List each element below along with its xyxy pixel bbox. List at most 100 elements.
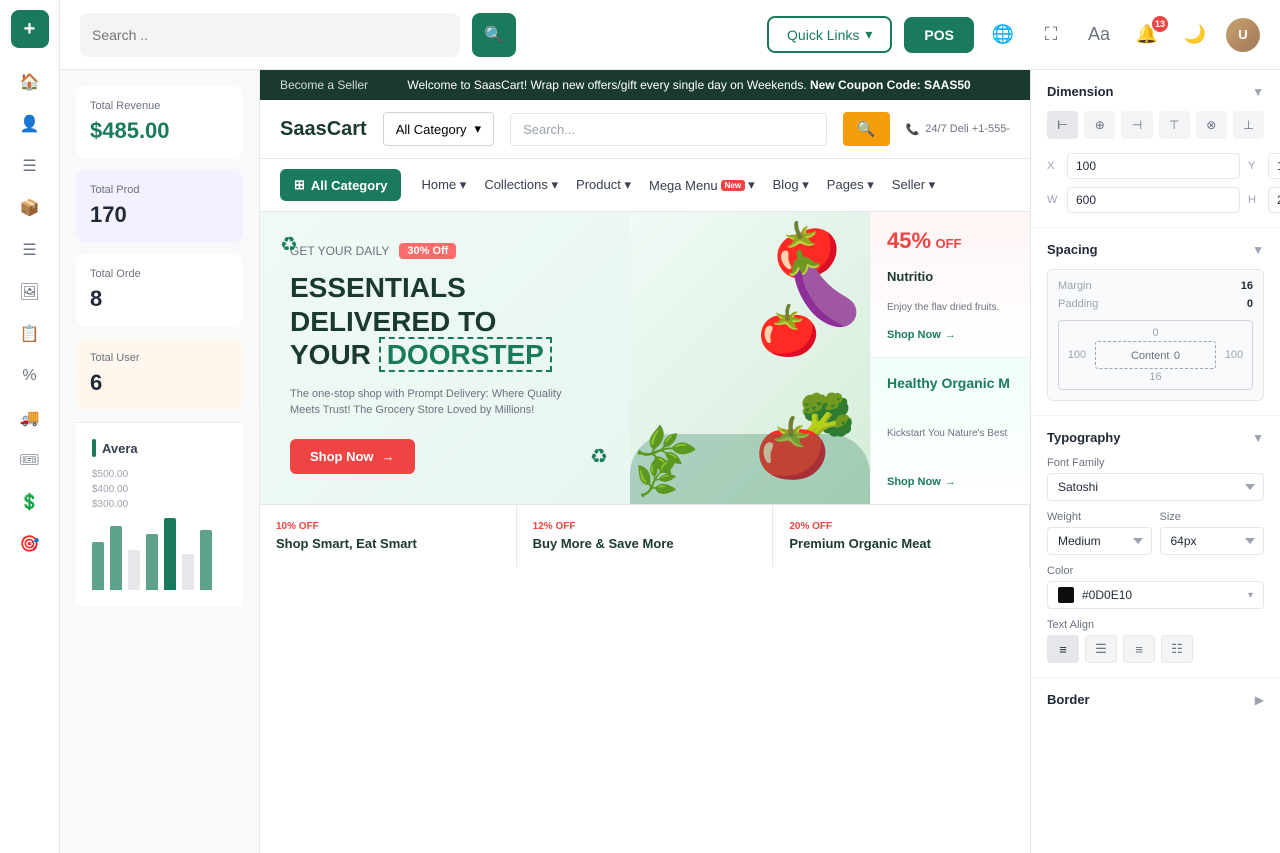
nav-item-megamenu[interactable]: Mega Menu New ▾ (649, 177, 755, 193)
nav-item-pages[interactable]: Pages ▾ (827, 177, 874, 193)
spacing-title: Spacing (1047, 242, 1098, 257)
stat-value-revenue: $485.00 (90, 118, 229, 144)
sidebar-icon-products[interactable]: 📦 (12, 190, 48, 226)
quick-links-button[interactable]: Quick Links ▾ (767, 16, 892, 53)
align-left-btn[interactable]: ⊢ (1047, 111, 1078, 139)
store-search-button[interactable]: 🔍 (843, 112, 890, 146)
weight-label: Weight (1047, 511, 1152, 523)
y-input[interactable] (1268, 153, 1280, 179)
x-input[interactable] (1067, 153, 1240, 179)
dimension-title: Dimension (1047, 84, 1113, 99)
stat-card-products: Total Prod 170 (76, 170, 243, 242)
w-input[interactable] (1067, 187, 1240, 213)
hero-tag: GET YOUR DAILY 30% Off (290, 243, 456, 259)
nav-item-home[interactable]: Home ▾ (421, 177, 466, 193)
color-input-wrapper[interactable]: #0D0E10 ▾ (1047, 581, 1264, 609)
weight-select[interactable]: Medium (1047, 527, 1152, 555)
recycle-icon: ♻ (280, 232, 310, 262)
sidebar-icon-discount[interactable]: % (12, 358, 48, 394)
tomato-icon-2: 🍅 (758, 302, 820, 361)
stat-label-products: Total Prod (90, 184, 229, 196)
align-bottom-btn[interactable]: ⊥ (1233, 111, 1264, 139)
avatar[interactable]: U (1226, 18, 1260, 52)
stat-label-orders: Total Orde (90, 268, 229, 280)
sidebar-icon-list[interactable]: ☰ (12, 232, 48, 268)
spacing-middle-row: 100 Content 0 100 (1063, 341, 1248, 369)
product-row: 10% OFF Shop Smart, Eat Smart 12% OFF Bu… (260, 504, 1030, 567)
align-center-button[interactable]: ☰ (1085, 635, 1117, 663)
spacing-row-padding: Padding 0 (1058, 298, 1253, 310)
nav-item-product[interactable]: Product ▾ (576, 177, 631, 193)
align-justify-button[interactable]: ☷ (1161, 635, 1193, 663)
search-button[interactable]: 🔍 (472, 13, 516, 57)
all-category-button[interactable]: ⊞ All Category (280, 169, 401, 201)
stat-label-users: Total User (90, 352, 229, 364)
nav-item-seller[interactable]: Seller ▾ (892, 177, 935, 193)
nav-items: Home ▾ Collections ▾ Product ▾ Mega Menu… (421, 177, 935, 193)
announcement-bar: Become a Seller Welcome to SaasCart! Wra… (260, 70, 1030, 100)
sidebar-icon-home[interactable]: 🏠 (12, 64, 48, 100)
align-left-button[interactable]: ≡ (1047, 635, 1079, 663)
become-seller-text: Become a Seller (280, 78, 368, 92)
h-input[interactable] (1268, 187, 1280, 213)
pos-button[interactable]: POS (904, 17, 974, 53)
chart-bar (164, 518, 176, 590)
typography-collapse-icon[interactable]: ▼ (1252, 431, 1264, 445)
sidebar-icon-settings[interactable]: 🎯 (12, 526, 48, 562)
product-mini-card-1: 10% OFF Shop Smart, Eat Smart (260, 505, 517, 567)
announcement-text: Welcome to SaasCart! Wrap new offers/gif… (407, 78, 970, 92)
border-collapse-icon[interactable]: ▶ (1255, 693, 1264, 707)
search-input[interactable] (92, 27, 448, 43)
align-row: ≡ ☰ ≡ ☷ (1047, 635, 1264, 663)
search-wrapper (80, 13, 460, 57)
sidebar-icon-shipping[interactable]: 🚚 (12, 400, 48, 436)
translate-icon[interactable]: Aa (1082, 18, 1116, 52)
support-info: 📞 24/7 Deli +1-555- (906, 123, 1010, 136)
chevron-down-icon: ▾ (865, 26, 872, 43)
font-family-select[interactable]: Satoshi (1047, 473, 1264, 501)
promo-card-2: Healthy Organic M Kickstart You Nature's… (870, 357, 1030, 503)
chevron-down-icon: ▾ (1248, 590, 1253, 601)
notification-icon[interactable]: 🔔 13 (1130, 18, 1164, 52)
promo-desc-1: Enjoy the flav dried fruits. (887, 301, 1014, 315)
spacing-content: Content 0 (1095, 341, 1216, 369)
content-area: Total Revenue $485.00 Total Prod 170 Tot… (60, 70, 1280, 853)
align-center-h-btn[interactable]: ⊕ (1084, 111, 1115, 139)
spacing-header: Spacing ▼ (1047, 242, 1264, 257)
app-logo[interactable]: + (11, 10, 49, 48)
sidebar-icon-reports[interactable]: 📋 (12, 316, 48, 352)
size-select[interactable]: 64px (1160, 527, 1265, 555)
align-center-v-btn[interactable]: ⊗ (1196, 111, 1227, 139)
promo-link-2[interactable]: Shop Now → (887, 476, 1014, 488)
fullscreen-icon[interactable]: ⛶ (1034, 18, 1068, 52)
hero-right-panel: 45% OFF Nutritio Enjoy the flav dried fr… (870, 212, 1030, 504)
chart-bars (92, 510, 227, 590)
language-icon[interactable]: 🌐 (986, 18, 1020, 52)
nav-item-collections[interactable]: Collections ▾ (484, 177, 558, 193)
sidebar-icon-currency[interactable]: 💲 (12, 484, 48, 520)
hero-shop-now-button[interactable]: Shop Now → (290, 439, 415, 474)
align-top-btn[interactable]: ⊤ (1159, 111, 1190, 139)
dark-mode-icon[interactable]: 🌙 (1178, 18, 1212, 52)
color-row: Color #0D0E10 ▾ (1047, 565, 1264, 609)
border-title: Border (1047, 692, 1090, 707)
align-right-button[interactable]: ≡ (1123, 635, 1155, 663)
x-label: X (1047, 160, 1063, 172)
align-right-btn[interactable]: ⊣ (1121, 111, 1152, 139)
stat-card-orders: Total Orde 8 (76, 254, 243, 326)
store-preview: Become a Seller Welcome to SaasCart! Wra… (260, 70, 1030, 853)
sidebar-icon-users[interactable]: 👤 (12, 106, 48, 142)
nav-item-blog[interactable]: Blog ▾ (773, 177, 809, 193)
sidebar-icon-tickets[interactable]: 🎟 (12, 442, 48, 478)
store-search[interactable]: Search... (510, 113, 827, 146)
category-select[interactable]: All Category ▾ (383, 112, 494, 146)
spacing-collapse-icon[interactable]: ▼ (1252, 243, 1264, 257)
stat-value-products: 170 (90, 202, 229, 228)
dimension-collapse-icon[interactable]: ▼ (1252, 85, 1264, 99)
promo-link-1[interactable]: Shop Now → (887, 329, 1014, 341)
promo-desc-2: Kickstart You Nature's Best (887, 427, 1014, 441)
promo-title-1: Nutritio (887, 269, 1014, 286)
dashboard-panel: Total Revenue $485.00 Total Prod 170 Tot… (60, 70, 260, 853)
sidebar-icon-menu[interactable]: ☰ (12, 148, 48, 184)
sidebar-icon-gallery[interactable]: 🖼 (12, 274, 48, 310)
